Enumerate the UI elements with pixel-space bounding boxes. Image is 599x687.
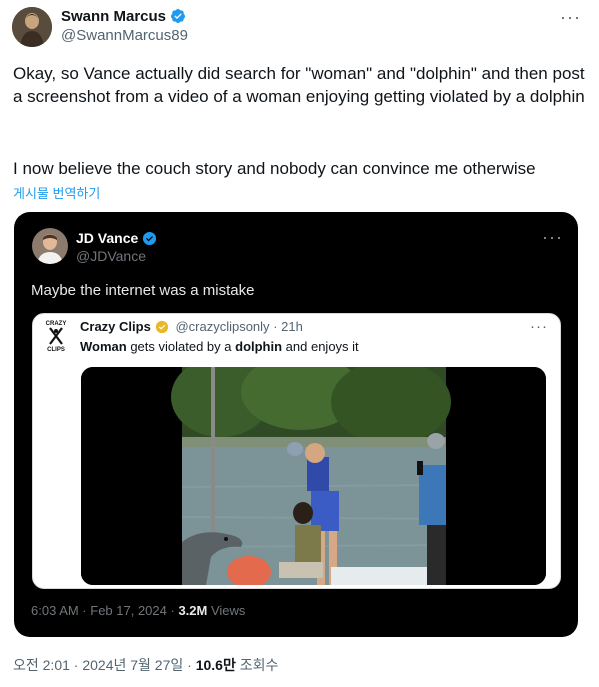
inner-text-woman: Woman — [80, 339, 127, 354]
author-line: Swann Marcus — [61, 8, 186, 29]
tweet-meta: 오전 2:01 · 2024년 7월 27일 · 10.6만 조회수 — [13, 655, 278, 675]
gold-verified-badge-icon — [155, 320, 169, 337]
more-options-icon[interactable]: ··· — [560, 8, 581, 26]
meta-separator: · — [187, 657, 192, 673]
quoted-tweet-views-label: Views — [210, 603, 246, 618]
quoted-tweet-meta: 6:03 AM · Feb 17, 2024 · 3.2M Views — [31, 603, 245, 618]
views-count: 10.6만 — [195, 657, 236, 673]
inner-author-line: Crazy Clips @crazyclipsonly · 21h — [80, 319, 303, 337]
quoted-more-options-icon[interactable]: ··· — [542, 228, 563, 246]
tweet-timestamp[interactable]: 오전 2:01 · 2024년 7월 27일 — [13, 657, 183, 673]
inner-author-name[interactable]: Crazy Clips — [80, 319, 151, 334]
quoted-tweet-time[interactable]: 6:03 AM · Feb 17, 2024 · — [31, 603, 175, 618]
tweet-text-2: I now believe the couch story and nobody… — [13, 159, 536, 178]
quoted-tweet-text: Maybe the internet was a mistake — [31, 282, 255, 299]
author-name[interactable]: Swann Marcus — [61, 8, 166, 25]
tweet-text: Okay, so Vance actually did search for "… — [13, 64, 585, 106]
quoted-author-handle[interactable]: @JDVance — [76, 248, 146, 264]
inner-tweet-text: Woman gets violated by a dolphin and enj… — [80, 339, 359, 354]
inner-more-options-icon[interactable]: ··· — [530, 319, 548, 334]
svg-text:CLIPS: CLIPS — [47, 347, 65, 353]
crazy-clips-logo[interactable]: CRAZY CLIPS — [40, 318, 72, 354]
inner-text-end: and enjoys it — [282, 339, 359, 354]
svg-text:CRAZY: CRAZY — [46, 321, 67, 327]
inner-text-dolphin: dolphin — [235, 339, 283, 354]
author-handle[interactable]: @SwannMarcus89 — [61, 27, 188, 44]
inner-author-handle[interactable]: @crazyclipsonly — [175, 319, 269, 334]
views-label: 조회수 — [239, 657, 279, 673]
translate-link[interactable]: 게시물 번역하기 — [13, 183, 100, 202]
inner-tweet-time[interactable]: · 21h — [273, 319, 303, 334]
quoted-author-name[interactable]: JD Vance — [76, 230, 138, 246]
avatar[interactable] — [12, 7, 52, 47]
inner-text-middle: gets violated by a — [126, 339, 236, 354]
quoted-tweet-views-count: 3.2M — [178, 603, 208, 618]
video-thumbnail[interactable] — [81, 367, 546, 585]
verified-badge-icon — [170, 8, 186, 29]
quoted-avatar[interactable] — [32, 228, 68, 264]
